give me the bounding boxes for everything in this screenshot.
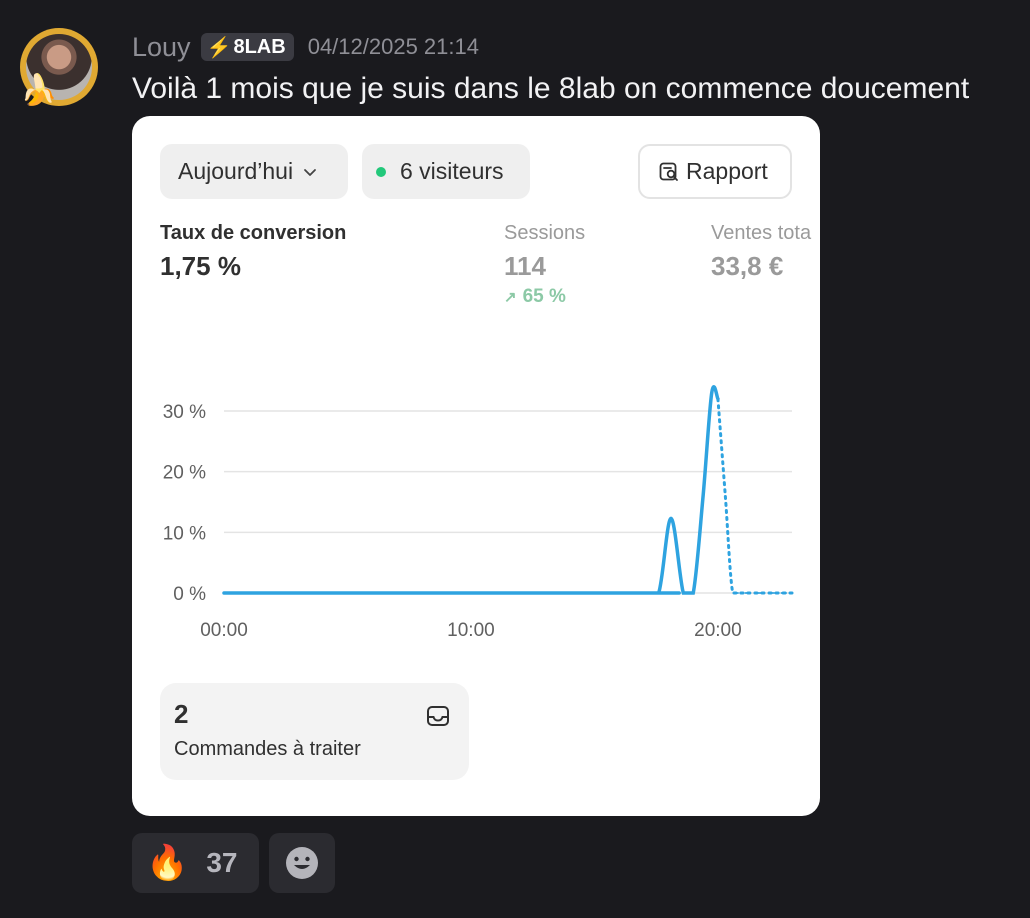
- conversion-line: [222, 385, 720, 595]
- smiley-icon: [286, 847, 318, 879]
- y-tick-label: 20 %: [163, 463, 206, 484]
- server-tag-label: 8LAB: [233, 35, 286, 58]
- x-tick-label: 10:00: [447, 620, 495, 641]
- username[interactable]: Louy: [132, 32, 191, 63]
- message-text: Voilà 1 mois que je suis dans le 8lab on…: [132, 72, 970, 105]
- message-timestamp: 04/12/2025 21:14: [307, 34, 479, 59]
- x-tick-label: 00:00: [200, 620, 248, 641]
- lightning-icon: ⚡: [206, 36, 232, 59]
- banana-decoration-icon: 🍌: [20, 74, 58, 107]
- server-tag[interactable]: ⚡ 8LAB: [200, 33, 294, 61]
- image-attachment[interactable]: Aujourd’hui 6 visiteurs Rapport Taux de …: [132, 116, 820, 816]
- orders-count: 2: [174, 699, 189, 729]
- fire-icon: 🔥: [146, 844, 189, 882]
- orders-to-process-card[interactable]: 2 Commandes à traiter: [160, 683, 469, 780]
- y-tick-label: 10 %: [163, 523, 206, 544]
- inbox-icon: [427, 706, 449, 726]
- y-tick-label: 0 %: [173, 584, 206, 605]
- reaction-fire[interactable]: 🔥 37: [132, 833, 259, 893]
- add-reaction-button[interactable]: [269, 833, 335, 893]
- user-avatar[interactable]: 🍌: [18, 26, 102, 110]
- y-tick-label: 30 %: [163, 402, 206, 423]
- conversion-projection-line: [716, 397, 794, 595]
- x-tick-label: 20:00: [694, 620, 742, 641]
- orders-label: Commandes à traiter: [174, 738, 361, 760]
- reaction-count: 37: [206, 847, 238, 878]
- message-header: Louy ⚡ 8LAB 04/12/2025 21:14: [132, 30, 479, 64]
